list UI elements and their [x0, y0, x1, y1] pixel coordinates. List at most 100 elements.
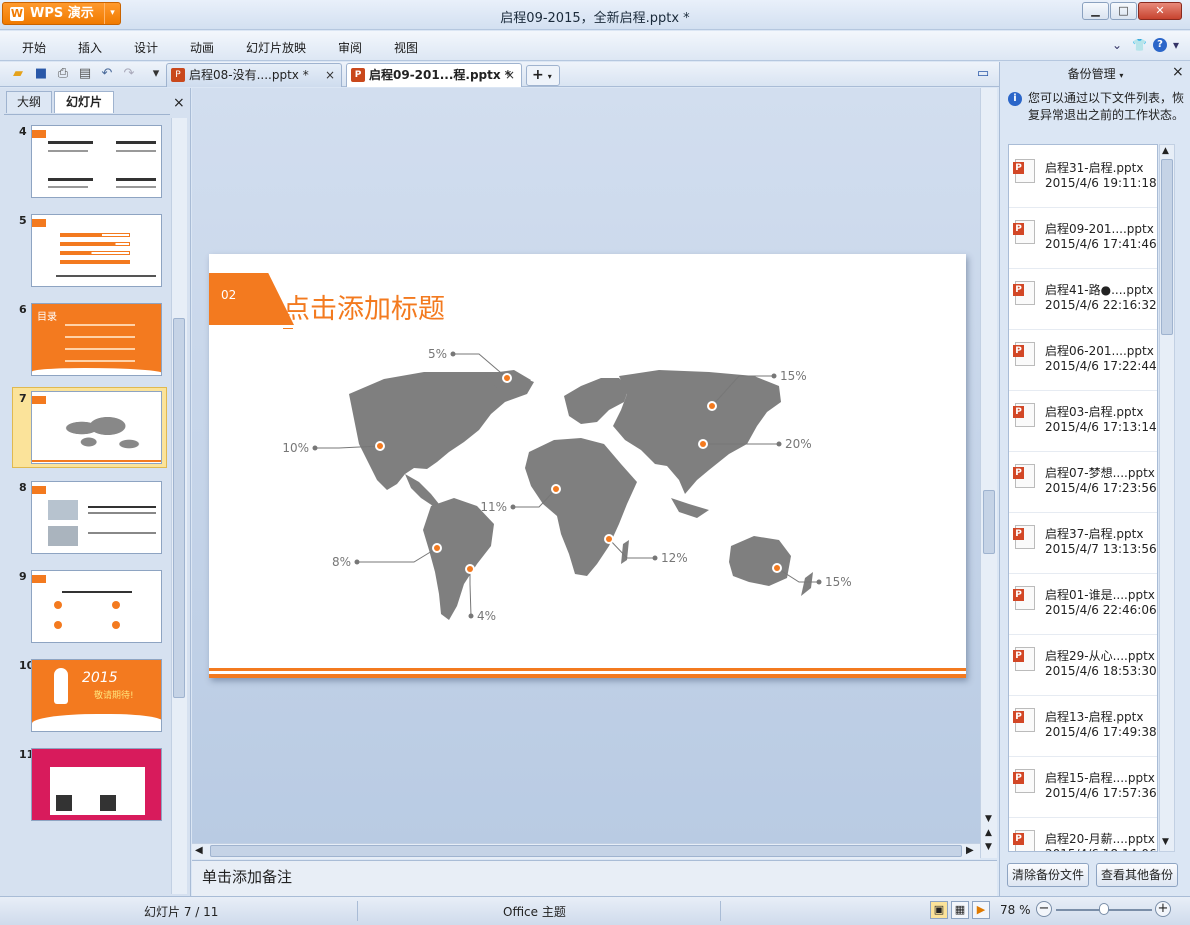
- chevron-left-icon[interactable]: ◀: [195, 845, 203, 856]
- thumb-dot: [112, 601, 120, 609]
- plus-icon: +: [532, 67, 544, 83]
- thumb-line: [48, 141, 93, 144]
- zoom-slider-thumb[interactable]: [1099, 903, 1109, 915]
- slide-thumbnail-9[interactable]: [31, 570, 162, 643]
- redo-icon[interactable]: ↷: [121, 66, 137, 82]
- marker-percent-label: 11%: [480, 500, 507, 514]
- ppt-file-icon: [1013, 830, 1035, 851]
- close-panel-icon[interactable]: ×: [173, 95, 185, 111]
- close-panel-icon[interactable]: ×: [1172, 64, 1184, 80]
- chevron-down-icon[interactable]: ▼: [1162, 837, 1169, 847]
- chevron-up-icon[interactable]: ▲: [1162, 146, 1169, 156]
- slide-thumbnail-10[interactable]: 2015 敬请期待!: [31, 659, 162, 732]
- backup-file-name: 启程03-启程.pptx: [1045, 405, 1144, 419]
- open-folder-icon[interactable]: ▰: [10, 66, 26, 82]
- slide-thumbnail-6[interactable]: 目录: [31, 303, 162, 376]
- save-icon[interactable]: ■: [33, 66, 49, 82]
- scroll-thumb[interactable]: [210, 845, 962, 857]
- menu-design[interactable]: 设计: [134, 39, 158, 56]
- collapse-ribbon-icon[interactable]: ⌄: [1112, 38, 1122, 52]
- zoom-in-button[interactable]: +: [1155, 901, 1171, 917]
- thumb-line: [48, 186, 88, 188]
- thumb-year: 2015: [82, 670, 118, 686]
- canvas-vertical-scrollbar[interactable]: ▼ ▲ ▼: [980, 88, 997, 858]
- chevron-down-icon[interactable]: ▼: [985, 814, 992, 824]
- slide-thumbnail-8[interactable]: [31, 481, 162, 554]
- slide-thumbnail-5[interactable]: [31, 214, 162, 287]
- slide-7[interactable]: 02 点击添加标题 5% 15% 10% 20% 11% 12% 8% 15% …: [209, 254, 966, 678]
- doc-tab-label: 启程08-没有....pptx *: [189, 68, 309, 82]
- zoom-out-button[interactable]: −: [1036, 901, 1052, 917]
- asia: [613, 370, 781, 494]
- menu-slideshow[interactable]: 幻灯片放映: [246, 39, 306, 56]
- backup-file-item[interactable]: 启程06-201....pptx2015/4/6 17:22:44: [1009, 330, 1157, 391]
- backup-list-scrollbar[interactable]: ▲ ▼: [1159, 144, 1175, 852]
- chevron-right-icon[interactable]: ▶: [966, 845, 974, 856]
- new-tab-button[interactable]: + ▾: [526, 65, 560, 86]
- close-window-button[interactable]: ✕: [1138, 2, 1182, 20]
- backup-file-item[interactable]: 启程09-201....pptx2015/4/6 17:41:46: [1009, 208, 1157, 269]
- scroll-thumb[interactable]: [173, 318, 185, 698]
- thumb-bar: [60, 233, 130, 237]
- thumb-line: [116, 141, 156, 144]
- world-map: 5% 15% 10% 20% 11% 12% 8% 15% 4%: [282, 347, 851, 623]
- scroll-thumb[interactable]: [983, 490, 995, 554]
- backup-file-item[interactable]: 启程13-启程.pptx2015/4/6 17:49:38: [1009, 696, 1157, 757]
- backup-file-name: 启程13-启程.pptx: [1045, 710, 1144, 724]
- close-tab-icon[interactable]: ×: [325, 64, 335, 86]
- normal-view-icon[interactable]: ▣: [930, 901, 948, 919]
- southeast-asia-islands: [671, 498, 709, 518]
- view-other-backups-button[interactable]: 查看其他备份: [1096, 863, 1178, 887]
- notes-placeholder[interactable]: 单击添加备注: [202, 866, 292, 887]
- slide-thumbnail-4[interactable]: [31, 125, 162, 198]
- prev-slide-icon[interactable]: ▲: [985, 828, 992, 838]
- slideshow-view-icon[interactable]: ▶: [972, 901, 990, 919]
- marker-end-dot: [450, 351, 456, 357]
- tab-outline[interactable]: 大纲: [6, 91, 52, 113]
- tab-slides[interactable]: 幻灯片: [54, 91, 114, 113]
- close-tab-icon[interactable]: ×: [505, 64, 515, 86]
- wps-app-menu-button[interactable]: W WPS 演示 ▾: [2, 2, 121, 25]
- task-pane-toggle-icon[interactable]: ▭: [975, 66, 991, 82]
- doc-tab-qicheng09[interactable]: P 启程09-201...程.pptx * ×: [346, 63, 522, 87]
- panel-title[interactable]: 备份管理 ▾: [1000, 65, 1190, 82]
- help-icon[interactable]: ?: [1153, 38, 1167, 52]
- slide-thumbnail-11[interactable]: [31, 748, 162, 821]
- next-slide-icon[interactable]: ▼: [985, 842, 992, 852]
- menu-insert[interactable]: 插入: [78, 39, 102, 56]
- menu-home[interactable]: 开始: [22, 39, 46, 56]
- slide-counter: 幻灯片 7 / 11: [144, 905, 219, 919]
- slides-scrollbar[interactable]: [171, 118, 187, 894]
- marker-end-dot: [776, 441, 782, 447]
- backup-file-item[interactable]: 启程41-路●....pptx2015/4/6 22:16:32: [1009, 269, 1157, 330]
- slide-thumbnail-7[interactable]: [31, 391, 162, 464]
- slide-sorter-view-icon[interactable]: ▦: [951, 901, 969, 919]
- minimize-button[interactable]: ▁: [1082, 2, 1109, 20]
- help-dropdown-icon[interactable]: ▾: [1173, 38, 1179, 52]
- backup-file-item[interactable]: 启程07-梦想....pptx2015/4/6 17:23:56: [1009, 452, 1157, 513]
- menu-view[interactable]: 视图: [394, 39, 418, 56]
- clear-backups-button[interactable]: 清除备份文件: [1007, 863, 1089, 887]
- menu-review[interactable]: 审阅: [338, 39, 362, 56]
- maximize-button[interactable]: □: [1110, 2, 1137, 20]
- backup-file-item[interactable]: 启程20-月薪....pptx2015/4/6 18:14:06: [1009, 818, 1157, 851]
- notes-pane[interactable]: 单击添加备注: [192, 860, 997, 896]
- print-preview-icon[interactable]: ▤: [77, 66, 93, 82]
- backup-file-item[interactable]: 启程15-启程....pptx2015/4/6 17:57:36: [1009, 757, 1157, 818]
- backup-file-item[interactable]: 启程29-从心....pptx2015/4/6 18:53:30: [1009, 635, 1157, 696]
- marker-dot: [774, 565, 780, 571]
- skin-shirt-icon[interactable]: 👕: [1132, 38, 1147, 52]
- backup-file-item[interactable]: 启程01-谁是....pptx2015/4/6 22:46:06: [1009, 574, 1157, 635]
- ppt-file-icon: [1013, 464, 1035, 488]
- backup-file-item[interactable]: 启程03-启程.pptx2015/4/6 17:13:14: [1009, 391, 1157, 452]
- backup-file-item[interactable]: 启程37-启程.pptx2015/4/7 13:13:56: [1009, 513, 1157, 574]
- undo-icon[interactable]: ↶: [99, 66, 115, 82]
- toolbar-dropdown-icon[interactable]: ▾: [148, 66, 164, 82]
- backup-file-item[interactable]: 启程31-启程.pptx2015/4/6 19:11:18: [1009, 147, 1157, 208]
- print-icon[interactable]: ⎙: [55, 66, 71, 82]
- doc-tab-qicheng08[interactable]: P 启程08-没有....pptx * ×: [166, 63, 342, 87]
- scroll-thumb[interactable]: [1161, 159, 1173, 335]
- marker-end-dot: [510, 504, 516, 510]
- menu-animation[interactable]: 动画: [190, 39, 214, 56]
- canvas-horizontal-scrollbar[interactable]: ◀ ▶: [192, 843, 980, 859]
